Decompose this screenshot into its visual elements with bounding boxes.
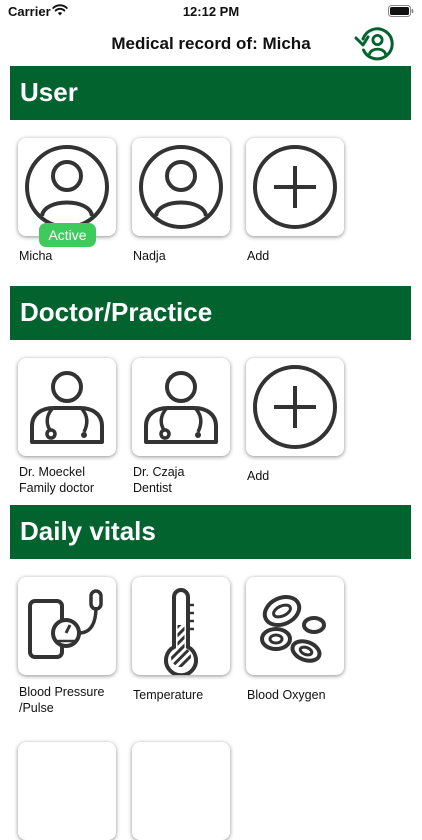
status-bar: Carrier 12:12 PM bbox=[0, 0, 422, 24]
switch-user-button[interactable] bbox=[354, 26, 396, 62]
vital-label-line2: /Pulse bbox=[19, 701, 54, 715]
section-header-user: User bbox=[10, 66, 411, 120]
section-title-user: User bbox=[20, 77, 78, 107]
user-tile-nadja[interactable] bbox=[132, 138, 230, 236]
section-title-vitals: Daily vitals bbox=[20, 516, 156, 546]
doctor-icon bbox=[144, 371, 218, 444]
doctor-label-moeckel: Dr. Moeckel Family doctor bbox=[19, 464, 129, 496]
add-circle-icon bbox=[253, 145, 337, 229]
user-tile-micha[interactable] bbox=[18, 138, 116, 236]
add-doctor-label: Add bbox=[247, 469, 270, 483]
vital-tile-temperature[interactable] bbox=[132, 577, 230, 675]
battery-icon bbox=[388, 5, 414, 17]
vital-label-line1: Blood Pressure bbox=[19, 685, 105, 699]
user-label-micha: Micha bbox=[19, 249, 53, 263]
doctor-label-czaja: Dr. Czaja Dentist bbox=[133, 464, 243, 496]
user-avatar-icon bbox=[139, 145, 223, 229]
vital-tile-next-1[interactable] bbox=[18, 742, 116, 840]
vital-label-temperature: Temperature bbox=[133, 688, 204, 702]
doctor-icon bbox=[30, 371, 104, 444]
section-header-vitals: Daily vitals bbox=[10, 505, 411, 559]
active-badge: Active bbox=[39, 223, 96, 247]
vital-tile-blood-pressure[interactable] bbox=[18, 577, 116, 675]
switch-user-icon bbox=[354, 27, 394, 61]
doctor-name: Dr. Moeckel bbox=[19, 465, 85, 479]
vital-tile-next-2[interactable] bbox=[132, 742, 230, 840]
user-avatar-icon bbox=[25, 145, 109, 229]
blood-cells-icon bbox=[260, 594, 326, 663]
doctor-tile-czaja[interactable] bbox=[132, 358, 230, 456]
user-label-nadja: Nadja bbox=[133, 249, 166, 263]
clock-time: 12:12 PM bbox=[182, 4, 240, 19]
section-header-doctor: Doctor/Practice bbox=[10, 286, 411, 340]
nav-bar: Medical record of: Micha bbox=[0, 26, 422, 62]
doctor-role: Family doctor bbox=[19, 481, 95, 495]
doctor-name: Dr. Czaja bbox=[133, 465, 185, 479]
blood-pressure-icon bbox=[28, 589, 103, 659]
doctor-role: Dentist bbox=[133, 481, 172, 495]
add-user-label: Add bbox=[247, 249, 270, 263]
thermometer-icon bbox=[164, 588, 198, 675]
section-title-doctor: Doctor/Practice bbox=[20, 297, 213, 327]
vital-label-blood-oxygen: Blood Oxygen bbox=[247, 688, 326, 702]
add-circle-icon bbox=[253, 365, 337, 449]
vital-label-blood-pressure: Blood Pressure /Pulse bbox=[19, 684, 129, 716]
add-doctor-button[interactable] bbox=[246, 358, 344, 456]
vital-tile-blood-oxygen[interactable] bbox=[246, 577, 344, 675]
add-user-button[interactable] bbox=[246, 138, 344, 236]
doctor-tile-moeckel[interactable] bbox=[18, 358, 116, 456]
